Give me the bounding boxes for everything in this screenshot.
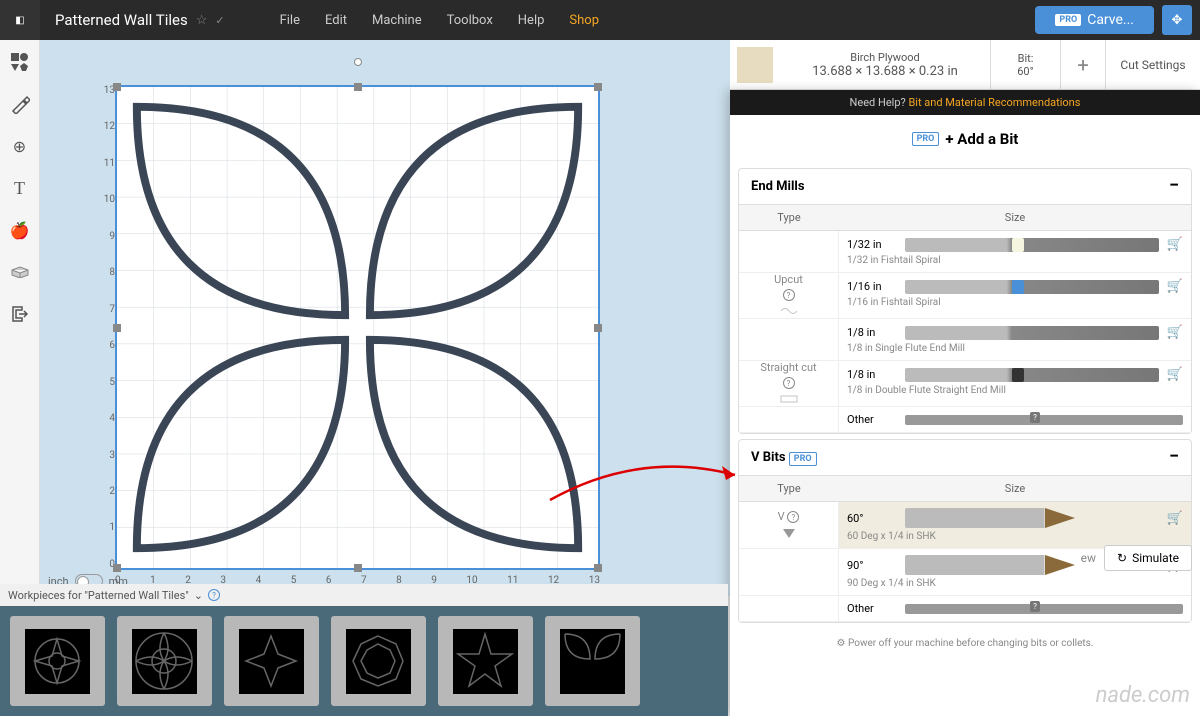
- menu-shop[interactable]: Shop: [569, 13, 599, 28]
- v-bit-icon: [779, 526, 799, 540]
- bit-option[interactable]: 1/32 in🛒 1/32 in Fishtail Spiral: [839, 231, 1191, 272]
- workpieces-bar[interactable]: Workpieces for "Patterned Wall Tiles" ⌄ …: [0, 584, 728, 606]
- bit-icon: [905, 508, 1159, 528]
- thumbnail[interactable]: [438, 616, 533, 706]
- help-bar: Need Help? Bit and Material Recommendati…: [730, 90, 1200, 115]
- resize-handle[interactable]: [594, 324, 602, 332]
- bit-icon: [905, 326, 1159, 340]
- help-link[interactable]: Bit and Material Recommendations: [908, 96, 1080, 109]
- bit-icon: ?: [905, 415, 1183, 425]
- import-tool-icon[interactable]: [8, 302, 32, 326]
- collapse-icon: −: [1169, 450, 1179, 465]
- cart-icon[interactable]: 🛒: [1167, 237, 1183, 252]
- petal-shape[interactable]: [117, 87, 598, 568]
- saved-check-icon: ✓: [215, 14, 224, 27]
- straight-icon: [779, 392, 799, 406]
- bit-option[interactable]: 1/8 in🛒 1/8 in Single Flute End Mill: [839, 319, 1191, 360]
- menu-file[interactable]: File: [280, 13, 300, 28]
- design-canvas[interactable]: [115, 85, 600, 570]
- bit-option-other[interactable]: Other?: [839, 407, 1191, 432]
- menu-machine[interactable]: Machine: [372, 13, 422, 28]
- chevron-down-icon: ⌄: [194, 589, 203, 602]
- pro-badge-icon: PRO: [912, 132, 940, 146]
- resize-handle[interactable]: [354, 83, 362, 91]
- apps-tool-icon[interactable]: 🍎: [8, 218, 32, 242]
- upcut-icon: [779, 304, 799, 318]
- section-end-mills: End Mills − Type Size 1/32 in🛒 1/32 in F…: [738, 168, 1192, 434]
- power-note: ⚙ Power off your machine before changing…: [730, 628, 1200, 659]
- help-icon[interactable]: ?: [787, 511, 799, 523]
- bit-icon: [905, 280, 1159, 294]
- expand-button[interactable]: ✥: [1162, 5, 1192, 35]
- cart-icon[interactable]: 🛒: [1167, 325, 1183, 340]
- watermark: nade.com: [1096, 683, 1190, 708]
- project-title: Patterned Wall Tiles: [55, 11, 188, 29]
- help-icon[interactable]: ?: [783, 289, 795, 301]
- tool-sidebar: ⊕ T 🍎: [0, 40, 40, 596]
- ruler-y: 012345678910111213: [95, 85, 115, 570]
- thumbnail[interactable]: [331, 616, 426, 706]
- carve-button[interactable]: PRO Carve...: [1035, 6, 1154, 34]
- resize-handle[interactable]: [594, 564, 602, 572]
- target-tool-icon[interactable]: ⊕: [8, 134, 32, 158]
- bit-icon: [905, 368, 1159, 382]
- help-icon[interactable]: ?: [208, 589, 220, 601]
- pro-badge-icon: PRO: [789, 452, 817, 466]
- bit-option[interactable]: 1/16 in🛒 1/16 in Fishtail Spiral: [839, 273, 1191, 318]
- cart-icon[interactable]: 🛒: [1167, 511, 1183, 526]
- top-bar: ◧ Patterned Wall Tiles ☆ ✓ File Edit Mac…: [0, 0, 1200, 40]
- section-v-bits: V Bits PRO − Type Size V ? 60°🛒 60 Deg x…: [738, 439, 1192, 623]
- workpiece-thumbnails: [0, 606, 728, 716]
- pro-badge: PRO: [1055, 14, 1081, 26]
- app-logo[interactable]: ◧: [0, 0, 40, 40]
- bit-cell[interactable]: Bit: 60°: [990, 40, 1060, 89]
- menu-edit[interactable]: Edit: [325, 13, 347, 28]
- resize-handle[interactable]: [113, 83, 121, 91]
- shapes-tool-icon[interactable]: [8, 50, 32, 74]
- thumbnail[interactable]: [117, 616, 212, 706]
- resize-handle[interactable]: [113, 564, 121, 572]
- simulate-button[interactable]: ↻ Simulate: [1104, 545, 1192, 571]
- pen-tool-icon[interactable]: [8, 92, 32, 116]
- bit-option-other[interactable]: Other?: [839, 596, 1191, 621]
- thumbnail[interactable]: [224, 616, 319, 706]
- add-bit-row[interactable]: PRO + Add a Bit: [730, 115, 1200, 163]
- material-info[interactable]: Birch Plywood 13.688 × 13.688 × 0.23 in: [780, 40, 990, 89]
- section-header[interactable]: V Bits PRO −: [739, 440, 1191, 475]
- bit-option-selected[interactable]: 60°🛒 60 Deg x 1/4 in SHK: [839, 502, 1191, 548]
- thumbnail[interactable]: [10, 616, 105, 706]
- section-header[interactable]: End Mills −: [739, 169, 1191, 204]
- resize-handle[interactable]: [594, 83, 602, 91]
- help-icon[interactable]: ?: [783, 377, 795, 389]
- menu-help[interactable]: Help: [518, 13, 545, 28]
- add-bit-button[interactable]: +: [1060, 40, 1105, 89]
- bit-icon: [905, 238, 1159, 252]
- material-bar: Birch Plywood 13.688 × 13.688 × 0.23 in …: [730, 40, 1200, 90]
- cart-icon[interactable]: 🛒: [1167, 279, 1183, 294]
- brick-tool-icon[interactable]: [8, 260, 32, 284]
- bit-option[interactable]: 1/8 in🛒 1/8 in Double Flute Straight End…: [839, 361, 1191, 406]
- thumbnail[interactable]: [545, 616, 640, 706]
- rotate-handle[interactable]: [354, 58, 362, 66]
- cut-settings-button[interactable]: Cut Settings: [1105, 40, 1200, 89]
- resize-handle[interactable]: [354, 564, 362, 572]
- resize-handle[interactable]: [113, 324, 121, 332]
- main-menu: File Edit Machine Toolbox Help Shop: [280, 13, 599, 28]
- text-tool-icon[interactable]: T: [8, 176, 32, 200]
- cart-icon[interactable]: 🛒: [1167, 367, 1183, 382]
- menu-toolbox[interactable]: Toolbox: [447, 13, 493, 28]
- bit-icon: ?: [905, 604, 1183, 614]
- collapse-icon: −: [1169, 179, 1179, 194]
- favorite-star-icon[interactable]: ☆: [196, 13, 208, 28]
- refresh-icon: ↻: [1117, 551, 1127, 565]
- material-swatch[interactable]: [737, 47, 773, 83]
- bit-panel: Need Help? Bit and Material Recommendati…: [730, 90, 1200, 716]
